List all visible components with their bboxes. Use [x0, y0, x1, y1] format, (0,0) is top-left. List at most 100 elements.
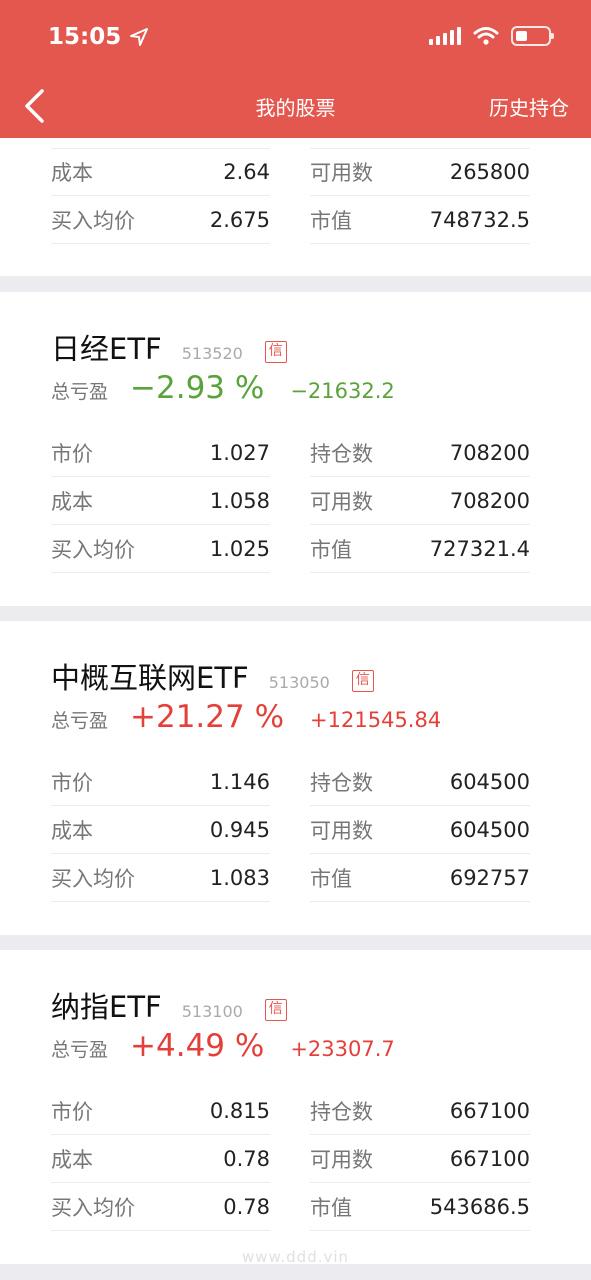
detail-row: 市值 692757 [310, 854, 530, 902]
detail-value: 604500 [449, 817, 530, 842]
status-icons [429, 26, 554, 46]
detail-value: 667100 [449, 1146, 530, 1171]
stock-name: 日经ETF [51, 332, 162, 366]
detail-label: 持仓数 [310, 441, 373, 466]
detail-value: 2.64 [223, 159, 270, 184]
battery-icon [511, 26, 554, 46]
detail-row: 可用数 708200 [310, 477, 530, 525]
detail-row: 持仓数 604500 [310, 758, 530, 806]
detail-label: 买入均价 [51, 537, 135, 562]
detail-label: 市值 [310, 866, 352, 891]
detail-row: 买入均价 0.78 [51, 1183, 270, 1231]
detail-value: 0.815 [209, 1098, 270, 1123]
detail-value: 0.78 [223, 1146, 270, 1171]
pnl-amount: +23307.7 [290, 1037, 395, 1061]
detail-row: 成本 0.945 [51, 806, 270, 854]
detail-label: 市价 [51, 441, 93, 466]
detail-label: 买入均价 [51, 866, 135, 891]
pnl-percent: +4.49 % [130, 1028, 265, 1064]
detail-value: 727321.4 [429, 536, 530, 561]
detail-label: 买入均价 [51, 1195, 135, 1220]
location-arrow-icon [130, 28, 149, 46]
holding-card[interactable]: 纳指ETF 513100 信 总亏盈 +4.49 % +23307.7 市价 0.… [0, 950, 591, 1264]
credit-badge: 信 [351, 670, 374, 692]
wifi-icon [473, 27, 499, 45]
stock-name: 中概互联网ETF [51, 661, 249, 695]
pnl-amount: +121545.84 [310, 708, 442, 732]
holding-card-partial: 成本 2.64 可用数 265800 买入均价 2.675 市值 748732.… [0, 138, 591, 276]
detail-value: 692757 [449, 865, 530, 890]
history-holdings-button[interactable]: 历史持仓 [489, 92, 569, 121]
detail-label: 持仓数 [310, 1099, 373, 1124]
detail-label: 可用数 [310, 818, 373, 843]
detail-label: 成本 [51, 1147, 93, 1172]
stock-name-line: 日经ETF 513520 信 [51, 326, 287, 368]
detail-row: 买入均价 2.675 [51, 196, 270, 244]
watermark: www.ddd.vin [241, 1248, 350, 1266]
detail-value: 265800 [449, 159, 530, 184]
detail-label: 市价 [51, 770, 93, 795]
detail-label: 买入均价 [51, 208, 135, 233]
detail-row: 持仓数 708200 [310, 429, 530, 477]
detail-label: 可用数 [310, 1147, 373, 1172]
pnl-line: 总亏盈 −2.93 % −21632.2 [51, 370, 395, 406]
detail-row: 市值 727321.4 [310, 525, 530, 573]
detail-value: 1.083 [209, 865, 270, 890]
status-time-text: 15:05 [48, 24, 122, 50]
stock-code: 513100 [181, 1002, 243, 1021]
detail-value: 2.675 [209, 207, 270, 232]
detail-row: 持仓数 667100 [310, 1087, 530, 1135]
detail-value: 1.058 [209, 488, 270, 513]
credit-badge: 信 [264, 341, 287, 363]
detail-label: 市值 [310, 1195, 352, 1220]
pnl-percent: −2.93 % [130, 370, 265, 406]
detail-value: 667100 [449, 1098, 530, 1123]
holding-card[interactable]: 日经ETF 513520 信 总亏盈 −2.93 % −21632.2 市价 1.… [0, 292, 591, 606]
detail-row: 市值 543686.5 [310, 1183, 530, 1231]
detail-value: 748732.5 [429, 207, 530, 232]
detail-label: 持仓数 [310, 770, 373, 795]
stock-code: 513520 [181, 344, 243, 363]
detail-label: 市值 [310, 208, 352, 233]
detail-value: 604500 [449, 769, 530, 794]
detail-row: 买入均价 1.025 [51, 525, 270, 573]
detail-value: 0.945 [209, 817, 270, 842]
detail-value: 0.78 [223, 1194, 270, 1219]
holding-card[interactable]: 中概互联网ETF 513050 信 总亏盈 +21.27 % +121545.8… [0, 621, 591, 935]
detail-row: 市价 0.815 [51, 1087, 270, 1135]
detail-label: 成本 [51, 818, 93, 843]
stock-name-line: 中概互联网ETF 513050 信 [51, 655, 374, 697]
detail-value: 708200 [449, 440, 530, 465]
detail-label: 成本 [51, 160, 93, 185]
detail-row: 买入均价 1.083 [51, 854, 270, 902]
pnl-label: 总亏盈 [51, 1039, 109, 1061]
detail-row: 市价 1.027 [51, 429, 270, 477]
app-header: 15:05 我的股票 历史持仓 [0, 0, 591, 138]
detail-label: 成本 [51, 489, 93, 514]
detail-row: 可用数 667100 [310, 1135, 530, 1183]
pnl-amount: −21632.2 [290, 379, 395, 403]
pnl-label: 总亏盈 [51, 381, 109, 403]
detail-label: 可用数 [310, 489, 373, 514]
detail-value: 543686.5 [429, 1194, 530, 1219]
detail-row: 市值 748732.5 [310, 196, 530, 244]
pnl-percent: +21.27 % [130, 699, 285, 735]
detail-value: 1.027 [209, 440, 270, 465]
detail-value: 1.146 [209, 769, 270, 794]
pnl-line: 总亏盈 +21.27 % +121545.84 [51, 699, 441, 735]
status-time: 15:05 [48, 24, 149, 50]
detail-row: 成本 0.78 [51, 1135, 270, 1183]
detail-row: 市价 1.146 [51, 758, 270, 806]
detail-label: 可用数 [310, 160, 373, 185]
detail-row: 成本 1.058 [51, 477, 270, 525]
detail-row: 可用数 265800 [310, 148, 530, 196]
pnl-line: 总亏盈 +4.49 % +23307.7 [51, 1028, 395, 1064]
pnl-label: 总亏盈 [51, 710, 109, 732]
stock-code: 513050 [268, 673, 330, 692]
stock-name: 纳指ETF [51, 990, 162, 1024]
detail-label: 市价 [51, 1099, 93, 1124]
detail-row: 可用数 604500 [310, 806, 530, 854]
cellular-signal-icon [429, 27, 461, 45]
detail-value: 708200 [449, 488, 530, 513]
stock-name-line: 纳指ETF 513100 信 [51, 984, 287, 1026]
